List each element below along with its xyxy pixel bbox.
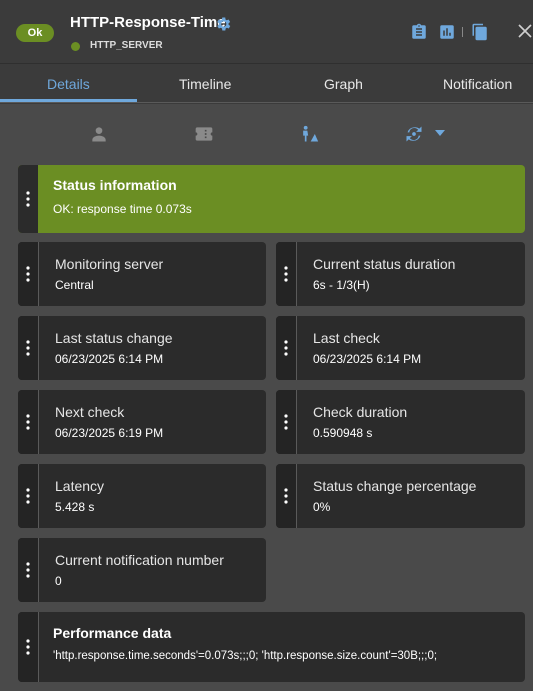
close-icon[interactable] <box>516 22 533 40</box>
check-duration-value: 0.590948 s <box>313 426 373 440</box>
performance-data-value: 'http.response.time.seconds'=0.073s;;;0;… <box>53 650 438 662</box>
drag-handle[interactable] <box>18 464 39 528</box>
service-title[interactable]: HTTP-Response-Time <box>70 14 226 31</box>
status-change-percentage-value: 0% <box>313 500 331 514</box>
drag-handle[interactable] <box>18 612 39 682</box>
drag-handle[interactable] <box>18 242 39 306</box>
status-change-percentage-label: Status change percentage <box>313 478 477 494</box>
header-separator <box>462 27 463 37</box>
refresh-options-icon[interactable] <box>402 124 426 144</box>
drag-handle[interactable] <box>18 316 39 380</box>
last-check-card: Last check 06/23/2025 6:14 PM <box>276 316 525 380</box>
monitoring-server-card: Monitoring server Central <box>18 242 266 306</box>
drag-handle-icon <box>26 562 30 578</box>
last-status-change-card: Last status change 06/23/2025 6:14 PM <box>18 316 266 380</box>
drag-handle[interactable] <box>18 538 39 602</box>
drag-handle-icon <box>26 191 30 207</box>
check-duration-card: Check duration 0.590948 s <box>276 390 525 454</box>
check-duration-label: Check duration <box>313 404 408 420</box>
panel-header: Ok HTTP-Response-Time HTTP_SERVER <box>0 0 533 63</box>
drag-handle-icon <box>284 414 288 430</box>
drag-handle-icon <box>26 414 30 430</box>
drag-handle[interactable] <box>276 316 297 380</box>
drag-handle[interactable] <box>276 242 297 306</box>
monitoring-server-value: Central <box>55 278 94 292</box>
current-status-duration-card: Current status duration 6s - 1/3(H) <box>276 242 525 306</box>
drag-handle-icon <box>284 266 288 282</box>
last-check-label: Last check <box>313 330 380 346</box>
drag-handle-icon <box>26 266 30 282</box>
latency-card: Latency 5.428 s <box>18 464 266 528</box>
chart-icon[interactable] <box>438 23 456 41</box>
last-status-change-label: Last status change <box>55 330 173 346</box>
host-status-dot <box>71 42 80 51</box>
copy-icon[interactable] <box>471 23 489 41</box>
ticket-icon[interactable] <box>192 124 216 144</box>
drag-handle[interactable] <box>18 390 39 454</box>
monitoring-server-label: Monitoring server <box>55 256 164 272</box>
performance-data-label: Performance data <box>53 625 172 641</box>
drag-handle-icon <box>284 340 288 356</box>
current-notification-number-label: Current notification number <box>55 552 224 568</box>
drag-handle-icon <box>26 340 30 356</box>
current-notification-number-value: 0 <box>55 574 62 588</box>
caret-down-icon[interactable] <box>434 129 446 137</box>
clipboard-icon[interactable] <box>410 23 428 41</box>
tab-notification[interactable]: Notification <box>443 76 512 92</box>
gear-icon[interactable] <box>214 15 232 33</box>
drag-handle[interactable] <box>276 464 297 528</box>
status-information-label: Status information <box>53 177 177 193</box>
host-name[interactable]: HTTP_SERVER <box>90 40 163 51</box>
user-icon[interactable] <box>87 124 111 144</box>
latency-value: 5.428 s <box>55 500 95 514</box>
drag-handle-icon <box>26 488 30 504</box>
next-check-card: Next check 06/23/2025 6:19 PM <box>18 390 266 454</box>
tab-divider <box>0 102 533 103</box>
last-status-change-value: 06/23/2025 6:14 PM <box>55 352 164 366</box>
status-change-percentage-card: Status change percentage 0% <box>276 464 525 528</box>
drag-handle[interactable] <box>276 390 297 454</box>
drag-handle-icon <box>284 488 288 504</box>
current-status-duration-value: 6s - 1/3(H) <box>313 278 370 292</box>
current-status-duration-label: Current status duration <box>313 256 456 272</box>
next-check-value: 06/23/2025 6:19 PM <box>55 426 164 440</box>
performance-data-card: Performance data 'http.response.time.sec… <box>18 612 525 682</box>
latency-label: Latency <box>55 478 105 494</box>
acknowledge-icon[interactable] <box>297 124 321 144</box>
tab-graph[interactable]: Graph <box>324 76 363 92</box>
tab-bar: Details Timeline Graph Notification <box>0 63 533 104</box>
drag-handle[interactable] <box>18 165 38 233</box>
tab-details[interactable]: Details <box>47 76 90 92</box>
current-notification-number-card: Current notification number 0 <box>18 538 266 602</box>
status-information-card: Status information OK: response time 0.0… <box>18 165 525 233</box>
last-check-value: 06/23/2025 6:14 PM <box>313 352 422 366</box>
status-badge: Ok <box>16 24 54 42</box>
drag-handle-icon <box>26 639 30 655</box>
status-information-value: OK: response time 0.073s <box>53 202 192 216</box>
next-check-label: Next check <box>55 404 125 420</box>
tab-timeline[interactable]: Timeline <box>179 76 231 92</box>
